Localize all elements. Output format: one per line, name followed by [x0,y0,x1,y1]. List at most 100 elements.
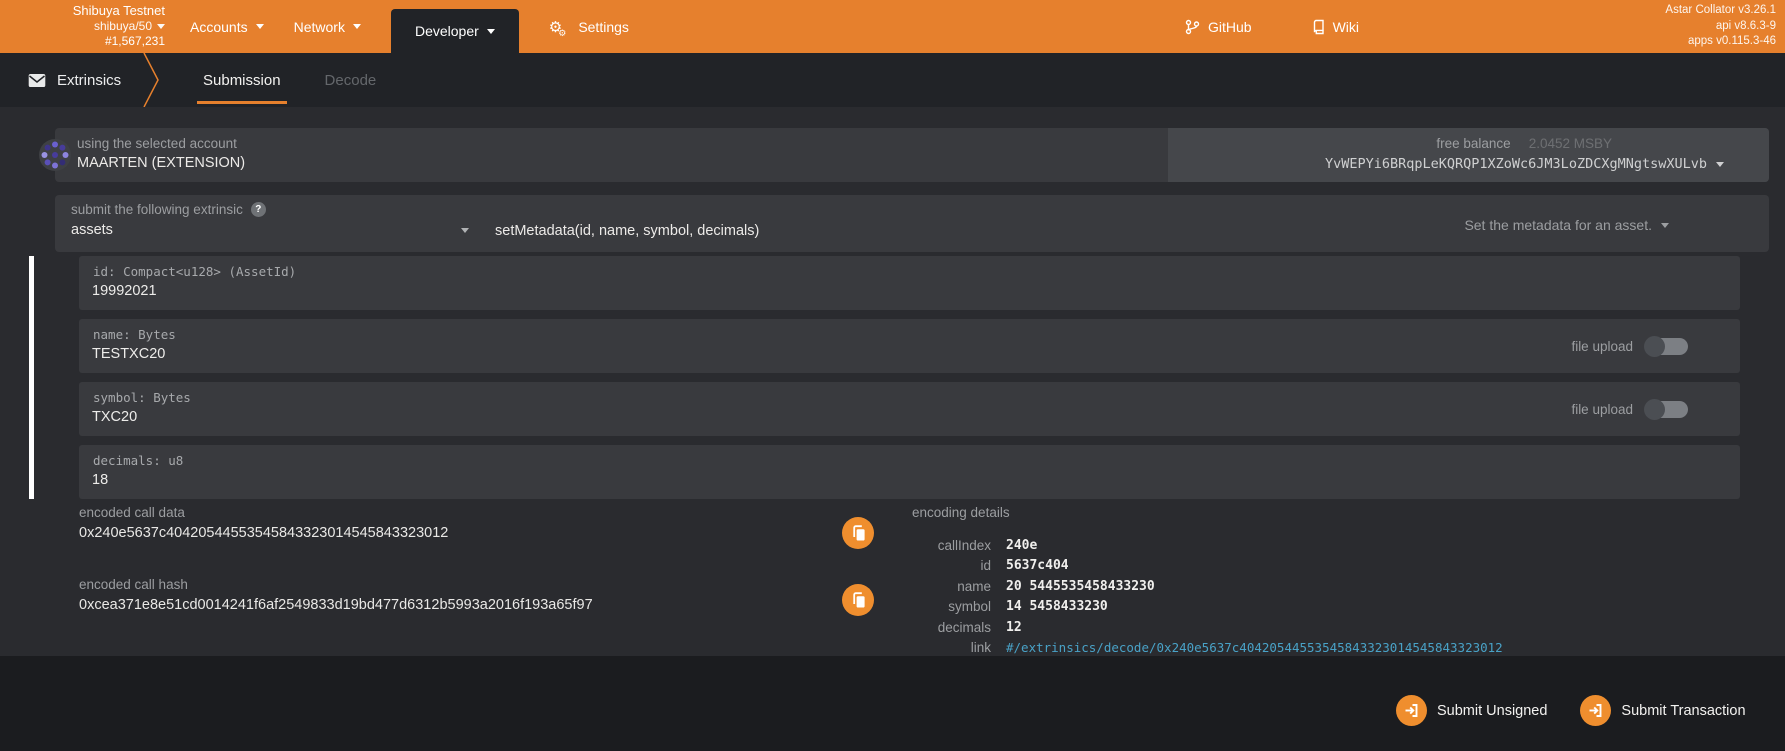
encoding-row-value: 5637c404 [1006,558,1069,573]
section-title-label: Extrinsics [57,72,121,89]
encoded-call-data-value: 0x240e5637c40420544553545843323014545843… [79,525,448,541]
encoding-row-decimals: decimals 12 [826,617,1503,638]
extrinsics-page: Shibuya Testnet shibuya/50 #1,567,231 Ac… [0,0,1785,751]
encoding-row-symbol: symbol 14 5458433230 [826,597,1503,618]
version-info: Astar Collator v3.26.1 api v8.6.3-9 apps… [1665,3,1776,50]
param-name-label: name: Bytes [93,327,176,342]
param-id-input[interactable]: 19992021 [92,283,157,299]
git-branch-icon [1185,19,1200,35]
toggle-knob [1644,336,1665,357]
chevron-down-icon [487,29,495,34]
pallet-select[interactable]: assets [71,222,469,238]
encoding-row-id: id 5637c404 [826,556,1503,577]
account-address-select[interactable]: free balance 2.0452 MSBY YvWEPYi6BRqpLeK… [1168,128,1769,182]
sign-in-icon [1396,695,1427,726]
network-name: Shibuya Testnet [0,3,165,19]
help-icon[interactable] [251,202,266,217]
chevron-down-icon [157,24,165,29]
param-field-id: id: Compact<u128> (AssetId) 19992021 [79,256,1740,310]
method-description-select[interactable]: Set the metadata for an asset. [1464,217,1669,233]
external-links: GitHub Wiki [1185,0,1359,53]
tab-bar: Extrinsics Submission Decode [0,53,1785,107]
network-chain: shibuya/50 [94,19,152,34]
tabs: Submission Decode [203,53,376,107]
section-title: Extrinsics [28,53,121,107]
encoding-details: callIndex 240e id 5637c404 name 20 54455… [826,535,1503,658]
page-footer: Submit Unsigned Submit Transaction [0,656,1785,751]
file-upload-control: file upload [1571,382,1688,436]
block-number: #1,567,231 [0,34,165,49]
tab-submission-label: Submission [203,72,281,89]
encoding-row-callindex: callIndex 240e [826,535,1503,556]
file-upload-toggle[interactable] [1646,401,1688,418]
section-divider-chevron [142,53,166,107]
param-id-label: id: Compact<u128> (AssetId) [93,264,296,279]
param-decimals-input[interactable]: 18 [92,472,108,488]
file-upload-control: file upload [1571,319,1688,373]
chevron-down-icon [461,228,469,233]
file-upload-label: file upload [1571,402,1633,417]
nav-developer-label: Developer [415,23,479,39]
param-name-input[interactable]: TESTXC20 [92,346,165,362]
encoding-row-label: id [826,558,991,573]
collator-version: Astar Collator v3.26.1 [1665,3,1776,19]
pallet-value: assets [71,222,113,238]
account-address-row[interactable]: YvWEPYi6BRqpLeKQRQP1XZoWc6JM3LoZDCXgMNgt… [1168,151,1769,172]
account-display: using the selected account MAARTEN (EXTE… [77,135,245,174]
param-field-decimals: decimals: u8 18 [79,445,1740,499]
param-symbol-input[interactable]: TXC20 [92,409,137,425]
encoded-call-hash-value: 0xcea371e8e51cd0014241f6af2549833d19bd47… [79,597,593,613]
extrinsic-hint: submit the following extrinsic [71,202,266,217]
encoding-row-value: 14 5458433230 [1006,599,1108,614]
nav-developer[interactable]: Developer [391,9,519,53]
account-name: MAARTEN (EXTENSION) [77,153,245,174]
extrinsics-icon [28,73,46,88]
account-address: YvWEPYi6BRqpLeKQRQP1XZoWc6JM3LoZDCXgMNgt… [1325,156,1707,172]
submit-transaction-label: Submit Transaction [1621,703,1745,719]
extrinsic-panel: submit the following extrinsic assets se… [55,195,1769,252]
method-description: Set the metadata for an asset. [1464,217,1652,233]
github-link[interactable]: GitHub [1185,19,1252,35]
param-field-name: name: Bytes TESTXC20 file upload [79,319,1740,373]
network-selector[interactable]: Shibuya Testnet shibuya/50 #1,567,231 [0,3,165,49]
submit-unsigned-label: Submit Unsigned [1437,703,1547,719]
free-balance-value: 2.0452 MSBY [1529,136,1612,151]
free-balance-row: free balance 2.0452 MSBY [1168,128,1769,151]
param-symbol-label: symbol: Bytes [93,390,191,405]
encoding-row-value: 12 [1006,620,1022,635]
nav-settings[interactable]: Settings [549,0,629,53]
toggle-knob [1644,399,1665,420]
main-menu: Accounts Network Developer Settings [190,0,629,53]
submit-transaction-button[interactable]: Submit Transaction [1580,695,1745,726]
account-panel: using the selected account MAARTEN (EXTE… [55,128,1769,182]
encoding-row-link: link #/extrinsics/decode/0x240e5637c4042… [826,638,1503,659]
file-upload-toggle[interactable] [1646,338,1688,355]
nav-accounts[interactable]: Accounts [190,0,264,53]
encoded-call-hash-label: encoded call hash [79,577,188,592]
free-balance-label: free balance [1436,136,1510,151]
nav-network[interactable]: Network [294,0,361,53]
api-version: api v8.6.3-9 [1665,19,1776,35]
action-buttons: Submit Unsigned Submit Transaction [1396,695,1746,726]
method-value: setMetadata(id, name, symbol, decimals) [495,223,759,239]
decode-link[interactable]: #/extrinsics/decode/0x240e5637c404205445… [1006,640,1503,655]
method-select[interactable]: setMetadata(id, name, symbol, decimals) [495,223,759,239]
top-header: Shibuya Testnet shibuya/50 #1,567,231 Ac… [0,0,1785,53]
encoding-row-label: callIndex [826,538,991,553]
github-label: GitHub [1208,19,1252,35]
settings-gears-icon [549,18,571,36]
account-identicon [38,138,72,172]
apps-version: apps v0.115.3-46 [1665,34,1776,50]
encoding-row-label: name [826,579,991,594]
chevron-down-icon [1661,223,1669,228]
wiki-link[interactable]: Wiki [1312,19,1359,35]
tab-decode-label: Decode [325,72,377,89]
book-icon [1312,19,1325,35]
tab-submission[interactable]: Submission [203,53,281,107]
tab-decode[interactable]: Decode [325,53,377,107]
nav-settings-label: Settings [578,19,629,35]
submit-unsigned-button[interactable]: Submit Unsigned [1396,695,1547,726]
file-upload-label: file upload [1571,339,1633,354]
encoding-row-name: name 20 5445535458433230 [826,576,1503,597]
param-decimals-label: decimals: u8 [93,453,183,468]
